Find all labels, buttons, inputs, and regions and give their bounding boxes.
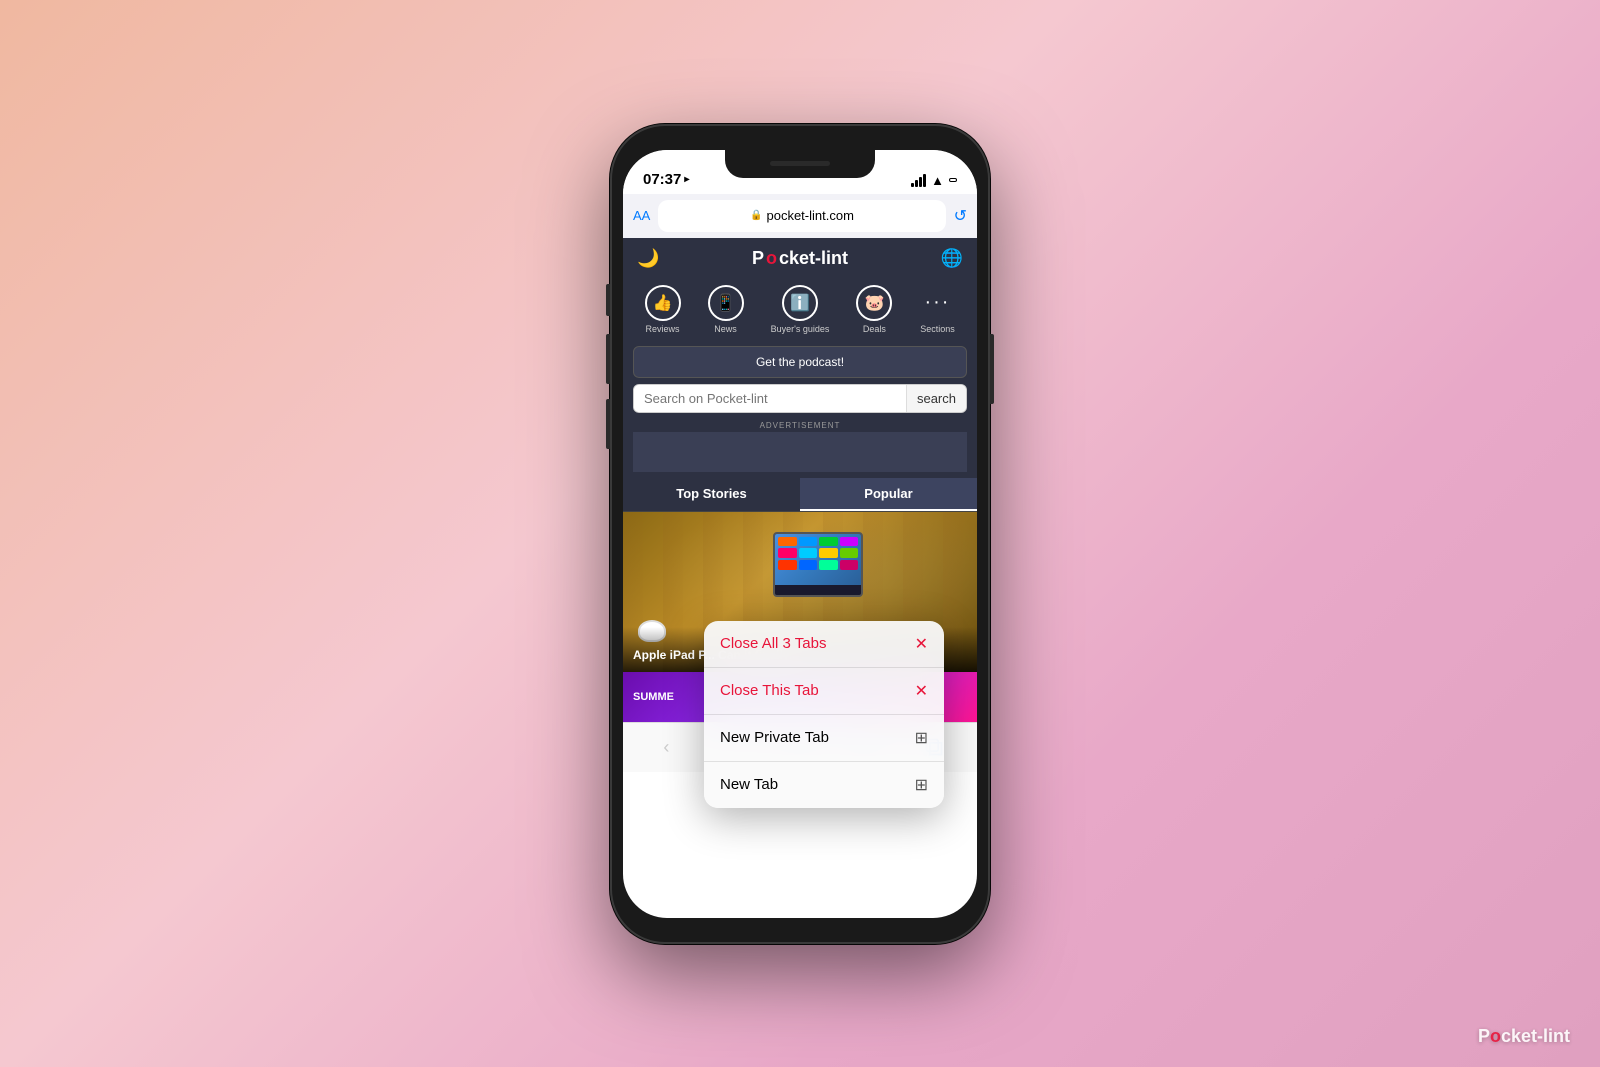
second-article-text: SUMME <box>633 691 674 703</box>
status-time: 07:37 ▸ <box>643 171 689 188</box>
search-input[interactable] <box>634 385 906 412</box>
close-this-tab-label: Close This Tab <box>720 682 819 699</box>
volume-down-button <box>606 399 610 449</box>
wifi-icon: ▲ <box>931 173 944 188</box>
status-icons: ▲ <box>911 173 957 188</box>
address-bar: AA 🔒 pocket-lint.com ↺ <box>623 194 977 238</box>
close-all-tabs-item[interactable]: Close All 3 Tabs ✕ <box>704 621 944 668</box>
phone-frame: 07:37 ▸ ▲ AA 🔒 pocket-lint.com <box>610 124 990 944</box>
silent-switch <box>606 284 610 316</box>
ad-space <box>633 432 967 472</box>
sections-icon: ··· <box>919 285 955 321</box>
url-bar[interactable]: 🔒 pocket-lint.com <box>658 200 945 232</box>
site-logo: P o cket-lint <box>752 248 848 269</box>
time-label: 07:37 <box>643 171 681 188</box>
news-icon: 📱 <box>708 285 744 321</box>
deals-label: Deals <box>863 324 886 334</box>
news-label: News <box>714 324 737 334</box>
power-button <box>990 334 994 404</box>
close-this-icon: ✕ <box>915 681 928 701</box>
sections-label: Sections <box>920 324 955 334</box>
nav-deals[interactable]: 🐷 Deals <box>856 285 892 334</box>
globe-icon: 🌐 <box>941 248 963 269</box>
close-all-tabs-label: Close All 3 Tabs <box>720 635 826 652</box>
context-menu: Close All 3 Tabs ✕ Close This Tab ✕ New … <box>704 621 944 722</box>
reviews-label: Reviews <box>646 324 680 334</box>
guides-icon: ℹ️ <box>782 285 818 321</box>
website-content: 🌙 P o cket-lint 🌐 👍 Reviews 📱 News <box>623 238 977 722</box>
podcast-bar[interactable]: Get the podcast! <box>633 346 967 378</box>
signal-icon <box>911 174 926 187</box>
nav-news[interactable]: 📱 News <box>708 285 744 334</box>
ipad-image <box>773 532 863 597</box>
moon-icon: 🌙 <box>637 248 659 269</box>
tab-popular[interactable]: Popular <box>800 478 977 511</box>
watermark: Pocket-lint <box>1478 1026 1570 1047</box>
speaker <box>770 161 830 166</box>
nav-guides[interactable]: ℹ️ Buyer's guides <box>771 285 830 334</box>
guides-label: Buyer's guides <box>771 324 830 334</box>
search-row: search <box>633 384 967 413</box>
ad-label: ADVERTISEMENT <box>623 419 977 432</box>
tab-top-stories[interactable]: Top Stories <box>623 478 800 511</box>
back-button[interactable]: ‹ <box>650 731 682 763</box>
close-this-tab-item[interactable]: Close This Tab ✕ <box>704 668 944 715</box>
deals-icon: 🐷 <box>856 285 892 321</box>
site-header: 🌙 P o cket-lint 🌐 <box>623 238 977 279</box>
reload-button[interactable]: ↺ <box>954 206 967 226</box>
content-tabs: Top Stories Popular <box>623 478 977 512</box>
close-all-icon: ✕ <box>915 634 928 654</box>
notch <box>725 150 875 178</box>
nav-reviews[interactable]: 👍 Reviews <box>645 285 681 334</box>
nav-sections[interactable]: ··· Sections <box>919 285 955 334</box>
nav-icons: 👍 Reviews 📱 News ℹ️ Buyer's guides 🐷 Dea… <box>623 279 977 340</box>
reviews-icon: 👍 <box>645 285 681 321</box>
url-text: pocket-lint.com <box>766 208 853 223</box>
volume-up-button <box>606 334 610 384</box>
search-button[interactable]: search <box>906 385 966 412</box>
location-icon: ▸ <box>684 174 689 185</box>
battery-icon <box>949 178 957 182</box>
new-private-tab-item[interactable]: New Private Tab ⊞ <box>704 715 944 722</box>
aa-button[interactable]: AA <box>633 208 650 223</box>
phone-screen: 07:37 ▸ ▲ AA 🔒 pocket-lint.com <box>623 150 977 918</box>
lock-icon: 🔒 <box>750 210 762 221</box>
